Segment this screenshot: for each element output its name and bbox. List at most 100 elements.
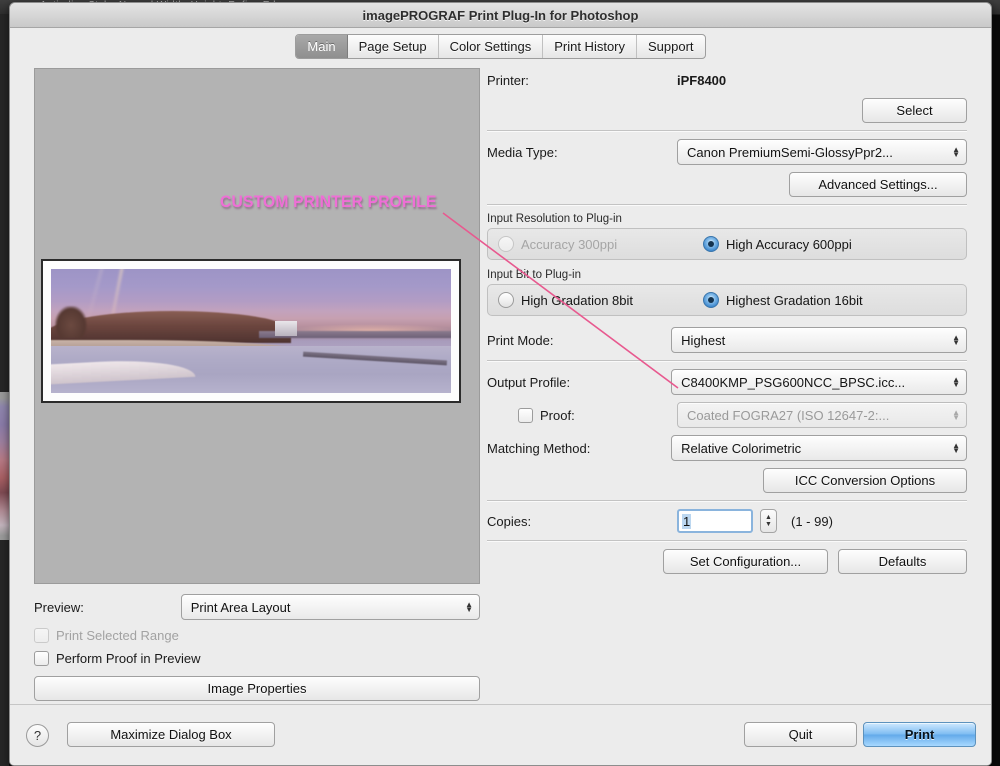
dialog-body: Preview: Print Area Layout ▲ ▼ Print Sele… bbox=[10, 64, 991, 724]
print-plugin-dialog: imagePROGRAF Print Plug-In for Photoshop… bbox=[9, 2, 992, 766]
print-button[interactable]: Print bbox=[863, 722, 976, 747]
chevron-updown-icon: ▲ ▼ bbox=[952, 375, 960, 389]
preview-label: Preview: bbox=[34, 599, 84, 615]
media-type-value: Canon PremiumSemi-GlossyPpr2... bbox=[687, 144, 893, 160]
media-type-label: Media Type: bbox=[487, 144, 558, 160]
chevron-updown-icon: ▲ ▼ bbox=[952, 145, 960, 159]
maximize-dialog-button[interactable]: Maximize Dialog Box bbox=[67, 722, 275, 747]
matching-method-select[interactable]: Relative Colorimetric ▲ ▼ bbox=[671, 435, 967, 461]
proof-checkbox[interactable] bbox=[518, 407, 533, 423]
copies-input[interactable]: 1 bbox=[677, 509, 753, 533]
radio-high-gradation-8bit[interactable]: High Gradation 8bit bbox=[498, 292, 703, 308]
divider-5 bbox=[487, 540, 967, 542]
printer-row: Printer: iPF8400 bbox=[487, 68, 967, 92]
radio-high-accuracy-600ppi-label: High Accuracy 600ppi bbox=[726, 236, 852, 252]
matching-method-label: Matching Method: bbox=[487, 440, 591, 456]
icc-conversion-options-button[interactable]: ICC Conversion Options bbox=[763, 468, 967, 493]
tab-support[interactable]: Support bbox=[637, 35, 705, 58]
chevron-updown-icon: ▲ ▼ bbox=[952, 441, 960, 455]
icc-conversion-row: ICC Conversion Options bbox=[487, 468, 967, 493]
radio-high-accuracy-600ppi-indicator[interactable] bbox=[703, 236, 719, 252]
dialog-title: imagePROGRAF Print Plug-In for Photoshop bbox=[362, 7, 639, 23]
advanced-settings-button[interactable]: Advanced Settings... bbox=[789, 172, 967, 197]
config-defaults-row: Set Configuration... Defaults bbox=[487, 549, 967, 574]
photoshop-workspace-strip bbox=[0, 14, 9, 766]
copies-range-hint: (1 - 99) bbox=[791, 513, 833, 529]
matching-method-row: Matching Method: Relative Colorimetric ▲… bbox=[487, 435, 967, 461]
perform-proof-label: Perform Proof in Preview bbox=[56, 651, 201, 666]
printer-value: iPF8400 bbox=[677, 72, 727, 88]
output-profile-label: Output Profile: bbox=[487, 374, 571, 390]
radio-accuracy-300ppi-indicator[interactable] bbox=[498, 236, 514, 252]
chevron-updown-icon: ▲ ▼ bbox=[465, 600, 473, 614]
perform-proof-checkbox[interactable] bbox=[34, 651, 49, 666]
tab-bar: Main Page Setup Color Settings Print His… bbox=[10, 28, 991, 64]
output-profile-row: Output Profile: C8400KMP_PSG600NCC_BPSC.… bbox=[487, 369, 967, 395]
photoshop-document-sliver bbox=[0, 392, 9, 540]
radio-accuracy-300ppi[interactable]: Accuracy 300ppi bbox=[498, 236, 703, 252]
preview-mode-select[interactable]: Print Area Layout ▲ ▼ bbox=[180, 594, 480, 620]
media-type-select[interactable]: Canon PremiumSemi-GlossyPpr2... ▲ ▼ bbox=[677, 139, 967, 165]
copies-value: 1 bbox=[682, 513, 692, 529]
print-mode-row: Print Mode: Highest ▲ ▼ bbox=[487, 327, 967, 353]
chevron-updown-icon: ▲ ▼ bbox=[952, 408, 960, 422]
preview-mode-value: Print Area Layout bbox=[190, 599, 291, 615]
print-selected-range-row[interactable]: Print Selected Range bbox=[34, 628, 480, 643]
perform-proof-row[interactable]: Perform Proof in Preview bbox=[34, 651, 480, 666]
proof-row: Proof: Coated FOGRA27 (ISO 12647-2:... ▲… bbox=[487, 402, 967, 428]
help-icon[interactable]: ? bbox=[26, 724, 49, 747]
radio-high-gradation-8bit-label: High Gradation 8bit bbox=[521, 292, 634, 308]
chevron-updown-icon: ▲ ▼ bbox=[952, 333, 960, 347]
select-printer-button[interactable]: Select bbox=[862, 98, 967, 123]
image-properties-button[interactable]: Image Properties bbox=[34, 676, 480, 701]
input-resolution-options: Accuracy 300ppi High Accuracy 600ppi bbox=[487, 228, 967, 260]
dialog-titlebar: imagePROGRAF Print Plug-In for Photoshop bbox=[10, 3, 991, 28]
screen-root: Anti-alias Style: Normal Width: Height: … bbox=[0, 0, 1000, 766]
matching-method-value: Relative Colorimetric bbox=[681, 440, 802, 456]
tab-page-setup[interactable]: Page Setup bbox=[348, 34, 439, 58]
proof-checkbox-group[interactable]: Proof: bbox=[487, 407, 677, 423]
quit-button[interactable]: Quit bbox=[744, 722, 857, 747]
print-selected-range-label: Print Selected Range bbox=[56, 628, 179, 643]
output-profile-value: C8400KMP_PSG600NCC_BPSC.icc... bbox=[681, 374, 906, 390]
preview-mode-row: Preview: Print Area Layout ▲ ▼ bbox=[34, 594, 480, 620]
print-selected-range-checkbox[interactable] bbox=[34, 628, 49, 643]
radio-high-accuracy-600ppi[interactable]: High Accuracy 600ppi bbox=[703, 236, 852, 252]
preview-photo-image bbox=[51, 269, 451, 393]
dialog-footer: ? Maximize Dialog Box Quit Print bbox=[10, 704, 991, 765]
divider-3 bbox=[487, 360, 967, 362]
set-configuration-button[interactable]: Set Configuration... bbox=[663, 549, 828, 574]
input-bit-group-title: Input Bit to Plug-in bbox=[487, 269, 581, 281]
radio-high-gradation-8bit-indicator[interactable] bbox=[498, 292, 514, 308]
radio-highest-gradation-16bit[interactable]: Highest Gradation 16bit bbox=[703, 292, 863, 308]
proof-profile-select: Coated FOGRA27 (ISO 12647-2:... ▲ ▼ bbox=[677, 402, 967, 428]
divider-4 bbox=[487, 500, 967, 502]
radio-accuracy-300ppi-label: Accuracy 300ppi bbox=[521, 236, 618, 252]
radio-highest-gradation-16bit-label: Highest Gradation 16bit bbox=[726, 292, 863, 308]
input-bit-options: High Gradation 8bit Highest Gradation 16… bbox=[487, 284, 967, 316]
tab-color-settings[interactable]: Color Settings bbox=[439, 34, 544, 58]
tab-print-history[interactable]: Print History bbox=[543, 34, 638, 58]
printer-label: Printer: bbox=[487, 72, 529, 88]
tab-main[interactable]: Main bbox=[296, 34, 348, 58]
radio-highest-gradation-16bit-indicator[interactable] bbox=[703, 292, 719, 308]
settings-column: Printer: iPF8400 Select Media Type: Cano… bbox=[487, 68, 967, 574]
preview-paper-sheet bbox=[41, 259, 461, 403]
print-mode-select[interactable]: Highest ▲ ▼ bbox=[671, 327, 967, 353]
media-type-row: Media Type: Canon PremiumSemi-GlossyPpr2… bbox=[487, 139, 967, 165]
print-mode-value: Highest bbox=[681, 332, 726, 348]
defaults-button[interactable]: Defaults bbox=[838, 549, 967, 574]
divider-1 bbox=[487, 130, 967, 132]
input-bit-group: Input Bit to Plug-in High Gradation 8bit… bbox=[487, 269, 967, 316]
copies-label: Copies: bbox=[487, 513, 532, 529]
copies-row: Copies: 1 ▲ ▼ (1 - 99) bbox=[487, 509, 967, 533]
print-mode-label: Print Mode: bbox=[487, 332, 554, 348]
print-preview-canvas[interactable] bbox=[34, 68, 480, 584]
advanced-settings-row: Advanced Settings... bbox=[487, 172, 967, 197]
output-profile-select[interactable]: C8400KMP_PSG600NCC_BPSC.icc... ▲ ▼ bbox=[671, 369, 967, 395]
input-resolution-group: Input Resolution to Plug-in Accuracy 300… bbox=[487, 213, 967, 260]
proof-label: Proof: bbox=[540, 407, 575, 423]
preview-column: Preview: Print Area Layout ▲ ▼ Print Sele… bbox=[34, 68, 480, 701]
proof-profile-value: Coated FOGRA27 (ISO 12647-2:... bbox=[687, 407, 890, 423]
copies-stepper[interactable]: ▲ ▼ bbox=[760, 509, 777, 533]
